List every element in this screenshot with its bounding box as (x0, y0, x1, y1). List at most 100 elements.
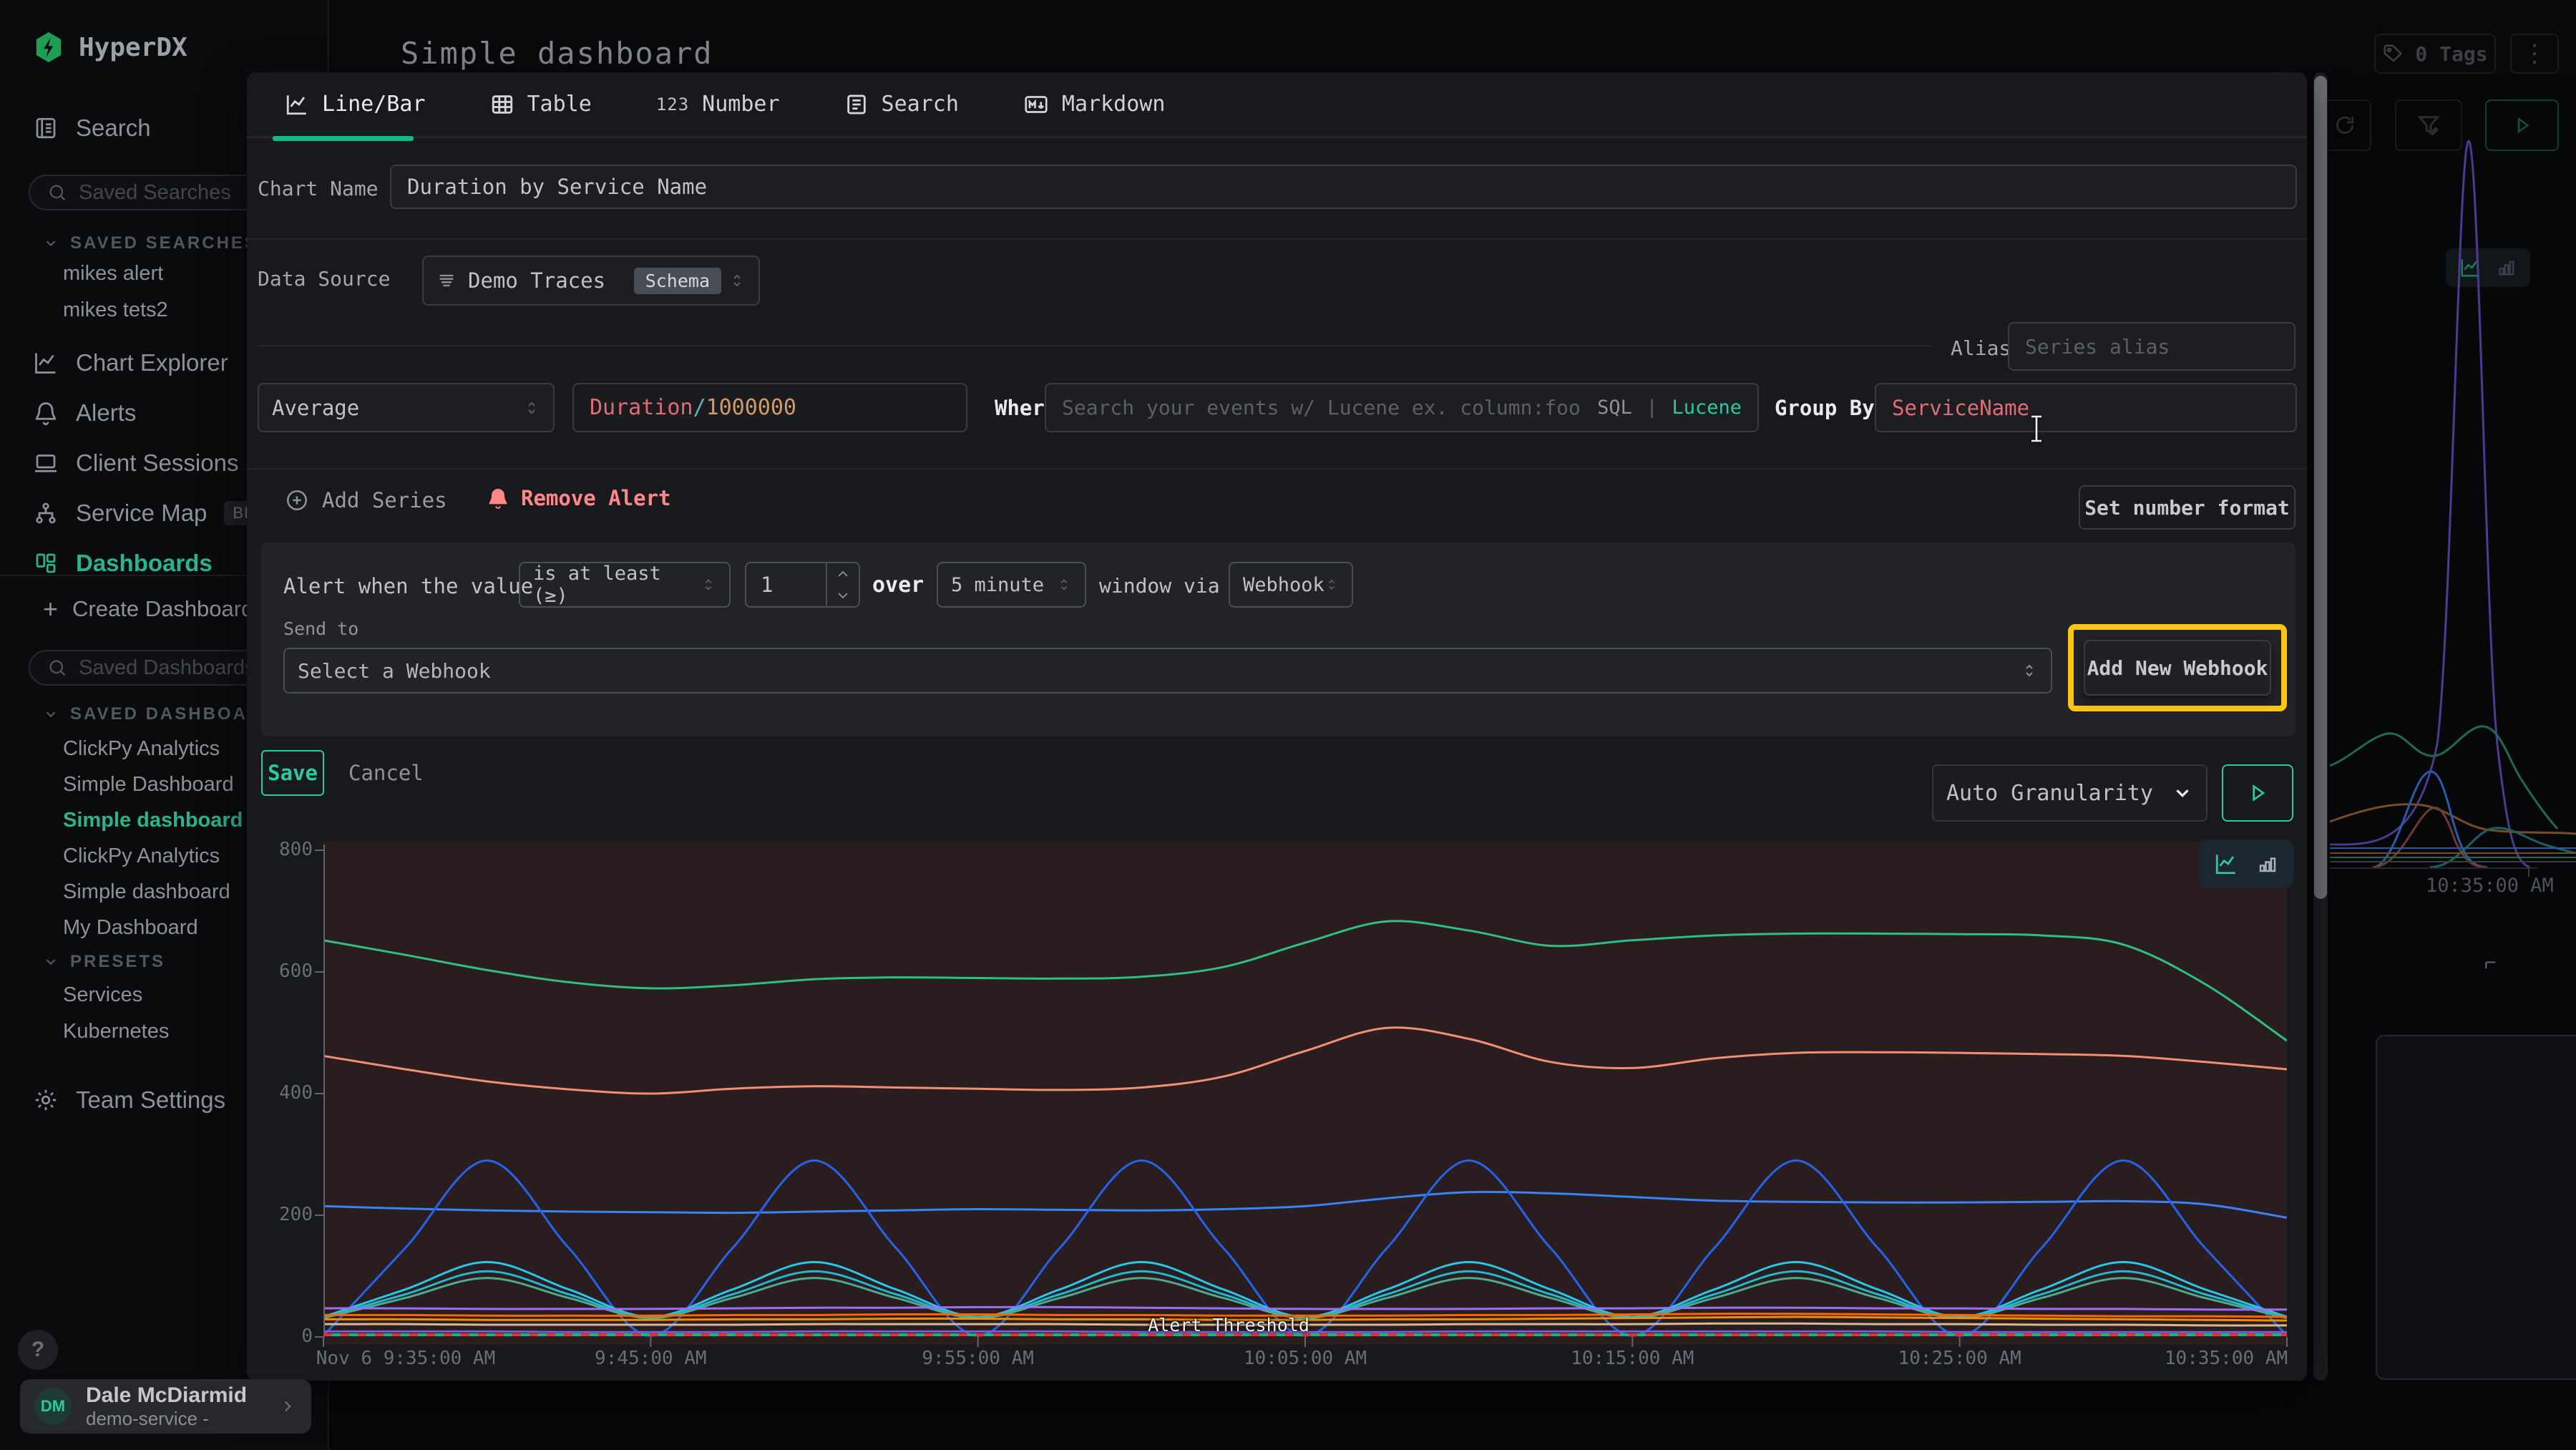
saved-dashboards-placeholder: Saved Dashboards (79, 656, 255, 680)
kebab-icon: ⋮ (2522, 39, 2547, 68)
preset-item-0[interactable]: Services (63, 983, 169, 1007)
alert-threshold-label: Alert Threshold (1148, 1315, 1309, 1335)
remove-alert-label: Remove Alert (521, 486, 671, 510)
sidebar-item-label: Search (76, 115, 151, 142)
run-query-button[interactable] (2222, 764, 2293, 822)
alert-threshold-input[interactable]: 1 (745, 562, 860, 608)
more-options-button[interactable]: ⋮ (2510, 34, 2559, 74)
number-stepper[interactable] (826, 563, 859, 606)
updown-chevron-icon (701, 577, 716, 593)
schema-badge[interactable]: Schema (634, 268, 721, 294)
updown-chevron-icon (728, 272, 746, 289)
alert-via-label: window via (1099, 574, 1220, 598)
chevron-right-icon (278, 1397, 297, 1416)
alias-input[interactable]: Series alias (2008, 322, 2296, 371)
saved-dashboard-item-5[interactable]: My Dashboard (63, 916, 243, 940)
y-tick-label: 600 (247, 960, 313, 982)
add-series-button[interactable]: Add Series (285, 488, 447, 512)
add-webhook-label: Add New Webhook (2087, 656, 2268, 680)
saved-search-item-0[interactable]: mikes alert (63, 262, 168, 286)
topbar: Simple dashboard 0 Tags ⋮ (0, 0, 2576, 72)
chart-name-input[interactable]: Duration by Service Name (390, 165, 2297, 209)
where-search-input[interactable]: Search your events w/ Lucene ex. column:… (1045, 383, 1759, 432)
modal-scrollbar-track[interactable] (2313, 72, 2328, 1381)
lucene-toggle[interactable]: Lucene (1672, 396, 1742, 419)
text-cursor (2029, 414, 2044, 443)
tags-button[interactable]: 0 Tags (2374, 34, 2496, 74)
tab-markdown[interactable]: Markdown (1023, 92, 1166, 117)
aggregation-value: Average (272, 396, 359, 420)
y-tick-label: 800 (247, 839, 313, 860)
alert-window-select[interactable]: 5 minute (937, 562, 1086, 608)
grid-icon (33, 550, 59, 576)
chart-icon (33, 350, 59, 376)
bg-panel-below (2376, 1035, 2576, 1380)
brand[interactable]: HyperDX (31, 30, 187, 64)
tab-table[interactable]: Table (490, 92, 592, 117)
y-tick-label: 200 (247, 1204, 313, 1225)
alert-window-value: 5 minute (951, 574, 1044, 596)
series-salmon (323, 1028, 2287, 1094)
saved-search-item-1[interactable]: mikes tets2 (63, 298, 168, 322)
modal-scrollbar-thumb[interactable] (2314, 76, 2327, 899)
alert-condition-select[interactable]: is at least (≥) (519, 562, 731, 608)
saved-searches-header[interactable]: SAVED SEARCHES (43, 233, 258, 253)
field-token: / (693, 395, 706, 420)
tab-search[interactable]: Search (844, 92, 959, 117)
gear-icon (33, 1087, 59, 1113)
series-purple-flat (323, 1307, 2287, 1310)
saved-dashboard-item-1[interactable]: Simple Dashboard (63, 773, 243, 797)
hyperdx-logo-icon (31, 30, 66, 64)
preset-item-1[interactable]: Kubernetes (63, 1020, 169, 1043)
saved-dashboard-item-0[interactable]: ClickPy Analytics (63, 737, 243, 761)
data-source-select[interactable]: Demo Traces Schema (422, 256, 760, 306)
alias-placeholder: Series alias (2025, 335, 2170, 359)
saved-dashboard-item-4[interactable]: Simple dashboard (63, 880, 243, 904)
saved-dashboard-item-2[interactable]: Simple dashboard (63, 809, 243, 832)
search-icon (47, 658, 67, 678)
chevron-down-icon (43, 706, 59, 722)
chevron-down-icon (2172, 782, 2193, 804)
sidebar-item-search[interactable]: Search (33, 115, 151, 142)
tab-line-bar[interactable]: Line/Bar (285, 92, 426, 117)
presets-header[interactable]: PRESETS (43, 952, 165, 972)
preview-chart (323, 848, 2287, 1358)
data-source-label: Data Source (258, 267, 390, 291)
tab-number[interactable]: 123Number (656, 92, 780, 117)
granularity-select[interactable]: Auto Granularity (1932, 764, 2207, 822)
field-expression-value: Duration/1000000 (590, 395, 796, 420)
webhook-select[interactable]: Select a Webhook (283, 648, 2052, 694)
aggregation-select[interactable]: Average (258, 383, 555, 432)
x-tick-label: 9:45:00 AM (595, 1348, 707, 1369)
sitemap-icon (33, 500, 59, 526)
sql-toggle[interactable]: SQL (1597, 396, 1632, 419)
plus-circle-icon (285, 488, 309, 512)
alert-channel-value: Webhook (1243, 574, 1324, 596)
alert-channel-select[interactable]: Webhook (1229, 562, 1353, 608)
cancel-button[interactable]: Cancel (348, 761, 424, 785)
save-button[interactable]: Save (261, 750, 324, 796)
resize-handle-icon[interactable] (2483, 958, 2502, 976)
field-token: 1000000 (706, 395, 796, 420)
field-expression-input[interactable]: Duration/1000000 (572, 383, 967, 432)
create-dashboard-button[interactable]: + Create Dashboard (43, 596, 253, 622)
sidebar-item-label: Client Sessions (76, 449, 238, 477)
help-button[interactable]: ? (18, 1330, 58, 1370)
granularity-value: Auto Granularity (1946, 781, 2153, 806)
alert-condition-value: is at least (≥) (533, 563, 701, 607)
set-number-format-button[interactable]: Set number format (2079, 485, 2296, 530)
play-icon (2246, 782, 2269, 804)
x-tick-label: 10:05:00 AM (1244, 1348, 1367, 1369)
saved-dashboard-item-3[interactable]: ClickPy Analytics (63, 845, 243, 868)
sql-lucene-divider: | (1639, 396, 1665, 419)
series-sage-wave (323, 1278, 2287, 1318)
group-by-input[interactable]: ServiceName (1875, 383, 2297, 432)
sidebar-item-team-settings[interactable]: Team Settings (33, 1086, 225, 1114)
markdown-icon (1023, 92, 1049, 117)
remove-alert-button[interactable]: Remove Alert (487, 486, 671, 510)
saved-searches-placeholder: Saved Searches (79, 181, 231, 205)
user-card[interactable]: DM Dale McDiarmid demo-service - (20, 1379, 311, 1434)
background-chart-tile: 10:35:00 AM (2330, 86, 2576, 1450)
add-webhook-button[interactable]: Add New Webhook (2084, 640, 2271, 696)
updown-chevron-icon (523, 399, 540, 417)
